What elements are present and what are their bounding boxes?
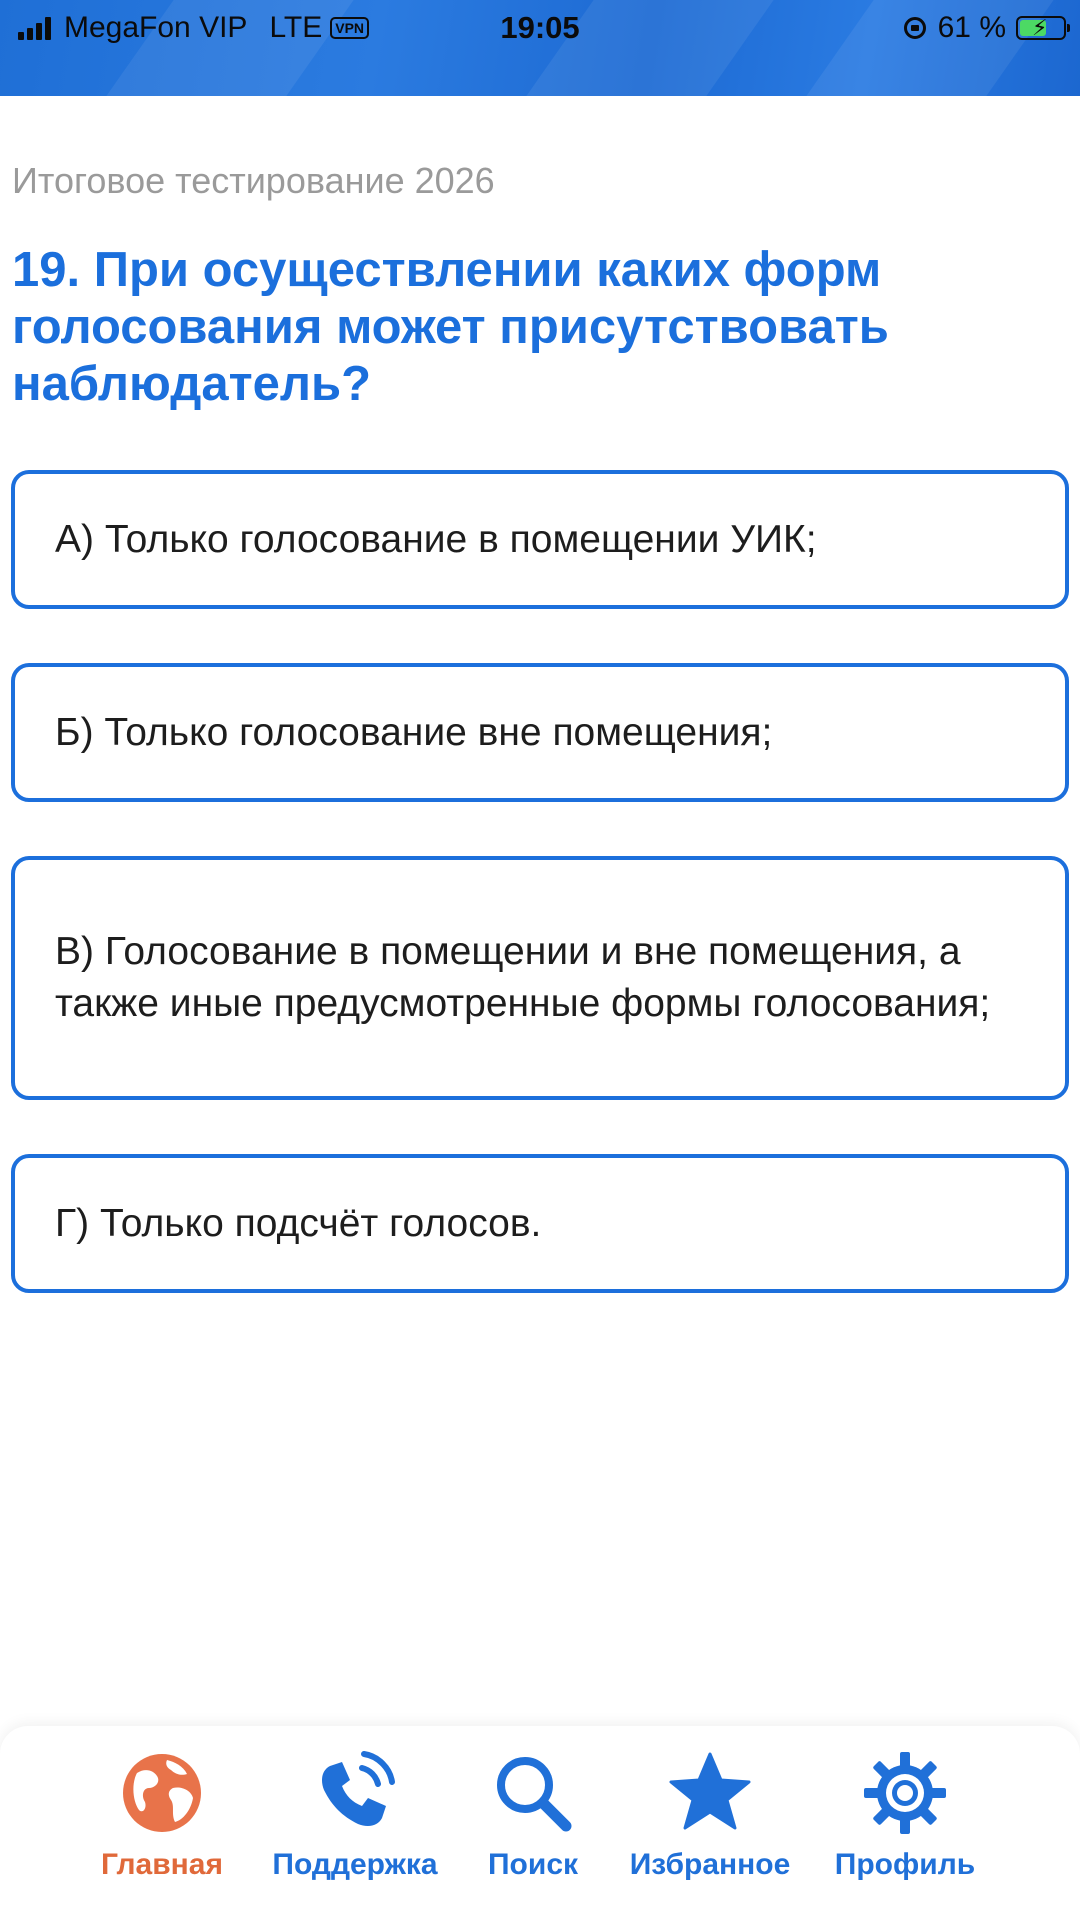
test-subtitle: Итоговое тестирование 2026: [12, 160, 495, 201]
search-icon: [497, 1757, 572, 1832]
charging-bolt-icon: ⚡: [1032, 15, 1048, 40]
tab-label: Главная: [100, 1848, 223, 1881]
tab-label: Поддержка: [272, 1848, 438, 1881]
answer-option-b[interactable]: Б) Только голосование вне помещения;: [11, 663, 1069, 802]
answer-option-text: В) Голосование в помещении и вне помещен…: [55, 930, 991, 1025]
battery-percent: 61 %: [937, 11, 1006, 44]
bottom-tab-bar: Главная Поддержка Поиск Избранное Профил…: [0, 1726, 1080, 1920]
phone-icon: [322, 1751, 395, 1826]
battery-icon: ⚡: [1016, 15, 1070, 40]
answer-option-a[interactable]: А) Только голосование в помещении УИК;: [11, 470, 1069, 609]
tab-favorites[interactable]: Избранное: [617, 1726, 803, 1920]
tab-home[interactable]: Главная: [92, 1726, 232, 1920]
tab-profile[interactable]: Профиль: [830, 1726, 980, 1920]
answer-option-d[interactable]: Г) Только подсчёт голосов.: [11, 1154, 1069, 1293]
tab-label: Поиск: [487, 1848, 579, 1881]
status-bar: MegaFon VIP LTE VPN 19:05 61 % ⚡: [0, 0, 1080, 96]
answer-option-c[interactable]: В) Голосование в помещении и вне помещен…: [11, 856, 1069, 1100]
star-icon: [669, 1752, 751, 1830]
orientation-lock-icon: [903, 17, 926, 39]
answer-option-text: Г) Только подсчёт голосов.: [55, 1201, 542, 1245]
answer-option-text: Б) Только голосование вне помещения;: [55, 710, 773, 754]
status-bar-right: 61 % ⚡: [903, 8, 1070, 48]
tab-search[interactable]: Поиск: [474, 1726, 592, 1920]
question-title: 19. При осуществлении каких форм голосов…: [12, 243, 889, 411]
tab-label: Избранное: [629, 1848, 791, 1881]
tab-label: Профиль: [834, 1848, 976, 1881]
globe-icon: [123, 1754, 201, 1832]
gear-icon: [864, 1752, 946, 1834]
tab-support[interactable]: Поддержка: [260, 1726, 450, 1920]
answer-option-text: А) Только голосование в помещении УИК;: [55, 517, 817, 561]
